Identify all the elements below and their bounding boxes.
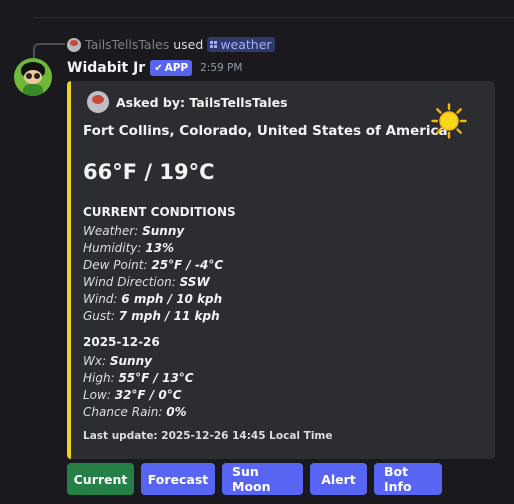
dew-point-line: Dew Point: 25°F / -4°C (83, 258, 224, 272)
command-reply-header[interactable]: TailsTellsTales used weather (67, 37, 275, 52)
forecast-high-line: High: 55°F / 13°C (83, 371, 194, 385)
slash-command-icon (210, 41, 218, 48)
alert-button[interactable]: Alert (310, 463, 367, 495)
forecast-wx-line: Wx: Sunny (83, 354, 152, 368)
weather-embed: Asked by: TailsTellsTales Fort Collins, … (67, 81, 495, 459)
reply-user-avatar[interactable] (67, 37, 81, 52)
bot-info-button[interactable]: Bot Info (374, 463, 442, 495)
forecast-low-line: Low: 32°F / 0°C (83, 388, 182, 402)
weather-line: Weather: Sunny (83, 224, 185, 238)
embed-author: Asked by: TailsTellsTales (87, 91, 288, 113)
reply-used-text: used (173, 37, 204, 52)
wind-direction-line: Wind Direction: SSW (83, 275, 210, 289)
divider (34, 17, 514, 18)
app-badge: ✔ APP (150, 60, 193, 76)
app-badge-label: APP (164, 62, 189, 74)
humidity-line: Humidity: 13% (83, 241, 175, 255)
message-timestamp[interactable]: 2:59 PM (200, 62, 242, 74)
forecast-button[interactable]: Forecast (141, 463, 215, 495)
forecast-date-heading: 2025-12-26 (83, 335, 160, 349)
sun-icon (431, 103, 467, 139)
verified-check-icon: ✔ (154, 62, 163, 74)
temperature-display: 66°F / 19°C (83, 160, 215, 184)
bot-username[interactable]: Widabit Jr (67, 60, 145, 76)
command-name: weather (220, 37, 272, 52)
forecast-rain-line: Chance Rain: 0% (83, 405, 187, 419)
embed-footer: Last update: 2025-12-26 14:45 Local Time (83, 430, 333, 442)
command-mention[interactable]: weather (207, 37, 275, 52)
message-header: Widabit Jr ✔ APP 2:59 PM (67, 60, 242, 76)
reply-connector (33, 43, 65, 59)
asked-by-text: Asked by: TailsTellsTales (116, 94, 288, 110)
gust-line: Gust: 7 mph / 11 kph (83, 309, 220, 323)
asker-avatar (87, 91, 109, 113)
embed-title-location: Fort Collins, Colorado, United States of… (83, 123, 448, 139)
current-button[interactable]: Current (67, 463, 134, 495)
sun-moon-button[interactable]: Sun Moon (222, 463, 303, 495)
wind-line: Wind: 6 mph / 10 kph (83, 292, 223, 306)
bot-avatar[interactable] (14, 58, 52, 96)
reply-username[interactable]: TailsTellsTales (85, 37, 169, 52)
current-conditions-heading: CURRENT CONDITIONS (83, 205, 236, 219)
action-buttons-row: Current Forecast Sun Moon Alert Bot Info (67, 463, 442, 495)
